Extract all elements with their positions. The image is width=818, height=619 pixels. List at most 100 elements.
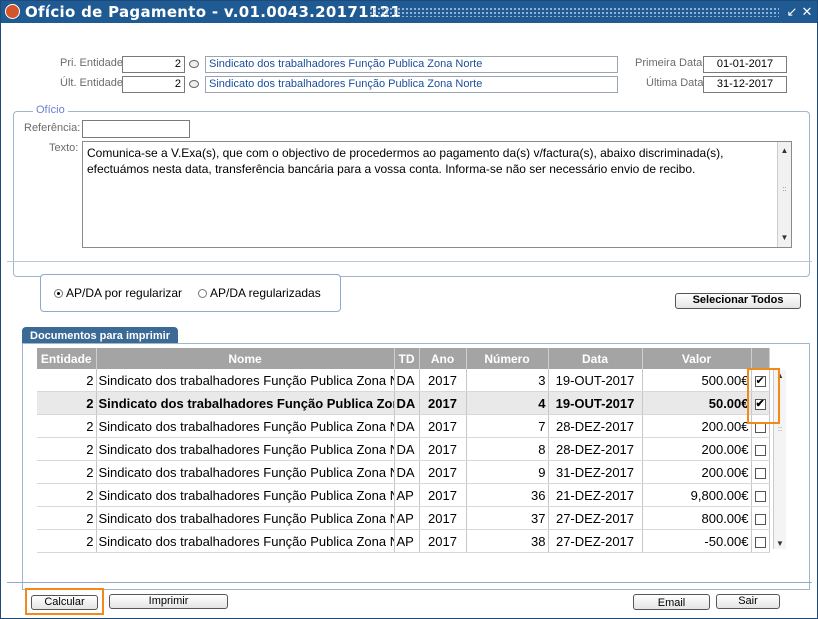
table-scroll-up-icon[interactable]: ▲ [774,371,786,380]
ult-entidade-lookup-icon[interactable] [189,80,199,88]
table-row[interactable]: 2 Sindicato dos trabalhadores Função Publ… [37,483,770,507]
cell-entidade: 2 [37,414,97,438]
row-checkbox[interactable]: ✔ [754,375,766,387]
ult-entidade-label: Últ. Entidade [60,77,123,89]
col-nome[interactable]: Nome [96,348,395,369]
cell-check [751,529,770,553]
radio-selected-icon[interactable] [54,289,63,298]
calcular-button[interactable]: Calcular [31,595,98,610]
table-body: 2 Sindicato dos trabalhadores Função Publ… [37,369,770,553]
imprimir-button[interactable]: Imprimir [109,594,228,609]
footer-divider [7,582,812,583]
cell-entidade: 2 [37,529,97,553]
col-valor[interactable]: Valor [642,348,752,369]
radio-por-regularizar-label: AP/DA por regularizar [66,286,183,300]
table-row[interactable]: 2 Sindicato dos trabalhadores Função Publ… [37,529,770,553]
cell-nome: Sindicato dos trabalhadores Função Publi… [96,506,395,530]
cell-nome: Sindicato dos trabalhadores Função Publi… [96,437,395,461]
cell-ano: 2017 [419,369,467,392]
cell-check [751,460,770,484]
table-scroll-grip-icon[interactable]: ∶∶ [774,425,786,434]
cell-td: DA [394,391,420,415]
texto-textarea[interactable]: Comunica-se a V.Exa(s), que com o object… [82,141,792,248]
referencia-input[interactable] [82,120,190,138]
cell-check [751,506,770,530]
cell-data: 28-DEZ-2017 [548,437,643,461]
cell-ano: 2017 [419,391,467,415]
table-row[interactable]: 2 Sindicato dos trabalhadores Função Publ… [37,437,770,461]
radio-unselected-icon[interactable] [198,289,207,298]
cell-td: DA [394,437,420,461]
cell-entidade: 2 [37,460,97,484]
cell-ano: 2017 [419,529,467,553]
email-button[interactable]: Email [633,594,710,610]
ult-entidade-input[interactable]: 2 [122,76,185,93]
col-ano[interactable]: Ano [419,348,467,369]
table-row[interactable]: 2 Sindicato dos trabalhadores Função Publ… [37,460,770,484]
primeira-data-label: Primeira Data: [635,57,706,69]
cell-numero: 7 [466,414,549,438]
minimize-icon[interactable]: ↙ [785,4,799,19]
col-numero[interactable]: Número [466,348,549,369]
row-checkbox[interactable] [754,467,766,479]
close-icon[interactable]: ✕ [800,4,814,19]
table-scrollbar[interactable]: ▲ ∶∶ ▼ [773,370,786,549]
cell-valor: 500.00€ [642,369,752,392]
oficio-legend: Ofício [33,104,68,116]
row-checkbox[interactable] [754,421,766,433]
cell-td: AP [394,529,420,553]
section-divider [7,261,812,262]
table-scroll-down-icon[interactable]: ▼ [774,539,786,548]
sair-button[interactable]: Sair [716,594,780,609]
cell-valor: -50.00€ [642,529,752,553]
pri-entidade-input[interactable]: 2 [122,56,185,73]
form-content: Pri. Entidade 2 Sindicato dos trabalhado… [4,25,815,616]
cell-ano: 2017 [419,506,467,530]
window-title: Ofício de Pagamento - v.01.0043.20171121 [25,3,402,21]
scroll-down-icon[interactable]: ▼ [778,230,791,246]
row-checkbox[interactable]: ✔ [754,398,766,410]
table-row[interactable]: 2 Sindicato dos trabalhadores Função Publ… [37,391,770,415]
row-checkbox[interactable] [754,444,766,456]
cell-entidade: 2 [37,369,97,392]
cell-td: DA [394,460,420,484]
cell-check: ✔ [751,391,770,415]
texto-scrollbar[interactable]: ▲ ∶∶ ▼ [777,142,791,247]
cell-data: 31-DEZ-2017 [548,460,643,484]
table-row[interactable]: 2 Sindicato dos trabalhadores Função Publ… [37,414,770,438]
row-checkbox[interactable] [754,536,766,548]
pri-entidade-label: Pri. Entidade [60,57,123,69]
cell-nome: Sindicato dos trabalhadores Função Publi… [96,414,395,438]
col-entidade[interactable]: Entidade [37,348,97,369]
radio-por-regularizar[interactable]: AP/DA por regularizar [54,286,182,300]
cell-td: DA [394,414,420,438]
row-checkbox[interactable] [754,490,766,502]
cell-ano: 2017 [419,483,467,507]
texto-content: Comunica-se a V.Exa(s), que com o object… [87,146,724,176]
title-bar-pattern [369,7,779,17]
cell-entidade: 2 [37,506,97,530]
scroll-grip-icon[interactable]: ∶∶ [778,182,791,198]
cell-numero: 37 [466,506,549,530]
cell-check [751,483,770,507]
cell-td: AP [394,483,420,507]
ultima-data-input[interactable]: 31-12-2017 [703,76,787,93]
row-checkbox[interactable] [754,513,766,525]
primeira-data-input[interactable]: 01-01-2017 [703,56,787,73]
col-td[interactable]: TD [394,348,420,369]
cell-data: 21-DEZ-2017 [548,483,643,507]
selecionar-todos-button[interactable]: Selecionar Todos [675,293,801,309]
cell-ano: 2017 [419,437,467,461]
radio-regularizadas[interactable]: AP/DA regularizadas [198,286,321,300]
cell-numero: 3 [466,369,549,392]
table-row[interactable]: 2 Sindicato dos trabalhadores Função Publ… [37,506,770,530]
col-data[interactable]: Data [548,348,643,369]
cell-check [751,437,770,461]
cell-entidade: 2 [37,391,97,415]
table-row[interactable]: 2 Sindicato dos trabalhadores Função Publ… [37,369,770,392]
pri-entidade-lookup-icon[interactable] [189,60,199,68]
cell-data: 27-DEZ-2017 [548,529,643,553]
cell-nome: Sindicato dos trabalhadores Função Publi… [96,391,395,415]
cell-nome: Sindicato dos trabalhadores Função Publi… [96,529,395,553]
scroll-up-icon[interactable]: ▲ [778,143,791,159]
